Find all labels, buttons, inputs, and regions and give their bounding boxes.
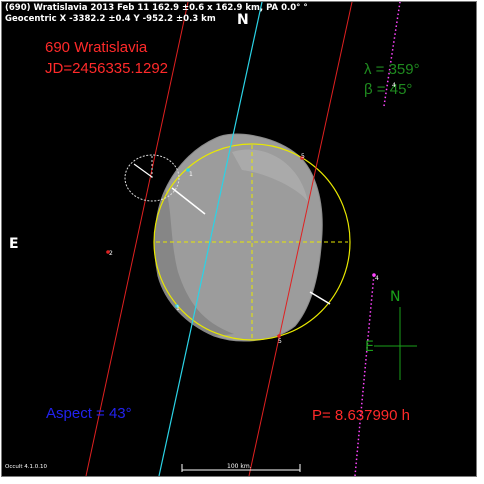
header-title-line: (690) Wratislavia 2013 Feb 11 162.9 ±0.6… bbox=[5, 3, 308, 13]
aspect-label: Aspect = 43° bbox=[46, 405, 132, 422]
compass-rose-icon bbox=[374, 307, 417, 380]
period-label: P= 8.637990 h bbox=[312, 407, 411, 424]
rose-north-label: N bbox=[390, 289, 401, 305]
scale-label: 100 km. bbox=[227, 463, 252, 470]
rose-east-label: E bbox=[365, 339, 374, 355]
east-label: E bbox=[9, 236, 19, 252]
chord-label: 4 bbox=[375, 275, 379, 282]
occultation-plot-frame: (690) Wratislavia 2013 Feb 11 162.9 ±0.6… bbox=[1, 1, 477, 477]
header-geocentric-line: Geocentric X -3382.2 ±0.4 Y -952.2 ±0.3 … bbox=[5, 14, 216, 24]
chord-label: 4 bbox=[392, 82, 396, 89]
software-version: Occult 4.1.0.10 bbox=[5, 464, 48, 470]
chord-label: 1 bbox=[189, 171, 193, 178]
chord-label: 5 bbox=[301, 153, 305, 160]
chord-label: 5 bbox=[278, 338, 282, 345]
pole-beta: β = 45° bbox=[364, 81, 413, 98]
pole-lambda: λ = 359° bbox=[364, 61, 420, 78]
asteroid-name: 690 Wratislavia bbox=[45, 39, 148, 56]
chord-label: 1 bbox=[176, 305, 180, 312]
chord-magenta-bottom bbox=[354, 273, 375, 476]
julian-date: JD=2456335.1292 bbox=[45, 60, 169, 77]
chord-label: 2 bbox=[109, 250, 113, 257]
north-label: N bbox=[237, 12, 249, 28]
residual-tick bbox=[309, 291, 331, 305]
